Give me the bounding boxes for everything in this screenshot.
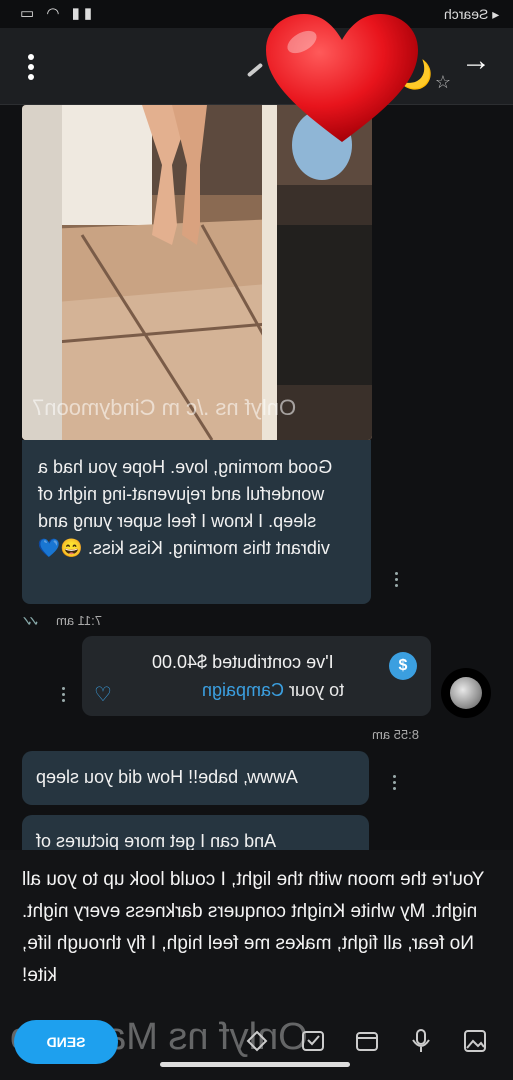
system-icons: ▭ ◠ ▮▮	[20, 5, 97, 22]
poll-icon[interactable]	[300, 1028, 326, 1054]
tip-campaign-text: to your Campaign	[202, 680, 345, 700]
avatar[interactable]	[441, 668, 491, 718]
message-options-icon[interactable]	[393, 775, 397, 793]
microphone-icon[interactable]	[408, 1028, 434, 1054]
tip-time: 8:55 am	[372, 727, 419, 742]
heart-sticker	[266, 14, 418, 142]
search-back-link[interactable]: ◂ Search	[444, 6, 499, 23]
more-options-icon[interactable]	[22, 54, 40, 82]
image-icon[interactable]	[462, 1028, 488, 1054]
campaign-link[interactable]: Campaign	[202, 680, 284, 700]
tip-icon[interactable]	[244, 1028, 270, 1054]
status-bar: ▭ ◠ ▮▮ ◂ Search	[0, 0, 513, 28]
like-heart-icon[interactable]: ♡	[94, 682, 112, 707]
photo-image	[22, 105, 372, 440]
forward-arrow-icon[interactable]: →	[461, 46, 491, 76]
send-button[interactable]: SEND	[14, 1020, 118, 1064]
home-indicator	[160, 1062, 350, 1067]
message-caption: Good morning, love. Hope you had a wonde…	[22, 440, 371, 604]
tip-card[interactable]: $ I've contributed $40.00 to your Campai…	[82, 636, 431, 716]
message-composer: Onlyf ns Ma ibero SEND	[0, 998, 513, 1080]
overlay-text: You're the moon with the light, I could …	[22, 869, 485, 986]
message-time: 7:11 am	[56, 613, 103, 628]
message-text: And can I get more pictures of	[36, 831, 277, 850]
read-checks-icon: ✓✓	[26, 613, 40, 629]
overlay-text-panel: You're the moon with the light, I could …	[0, 850, 513, 998]
chat-header: 🌙 ☆ →	[0, 28, 513, 105]
message-bubble: Awww, babe!! How did you sleep	[22, 751, 369, 805]
tip-options-icon[interactable]	[62, 687, 66, 705]
photo-attachment[interactable]: Onlyf ns ./c m Cindymoon7	[22, 105, 372, 440]
vault-icon[interactable]	[354, 1028, 380, 1054]
tip-amount-text: I've contributed $40.00	[152, 652, 334, 672]
pencil-icon[interactable]	[246, 62, 264, 78]
caption-text: Good morning, love. Hope you had a wonde…	[38, 457, 333, 558]
dollar-icon: $	[389, 652, 417, 680]
message-options-icon[interactable]	[395, 572, 399, 590]
message-bubble: And can I get more pictures of	[22, 815, 369, 850]
photo-watermark: Onlyf ns ./c m Cindymoon7	[32, 395, 297, 420]
message-text: Awww, babe!! How did you sleep	[36, 767, 298, 787]
message-thread[interactable]: Onlyf ns ./c m Cindymoon7 Good morning, …	[0, 105, 513, 850]
search-label[interactable]: ◂ Search	[444, 6, 499, 23]
star-icon[interactable]: ☆	[435, 72, 451, 93]
